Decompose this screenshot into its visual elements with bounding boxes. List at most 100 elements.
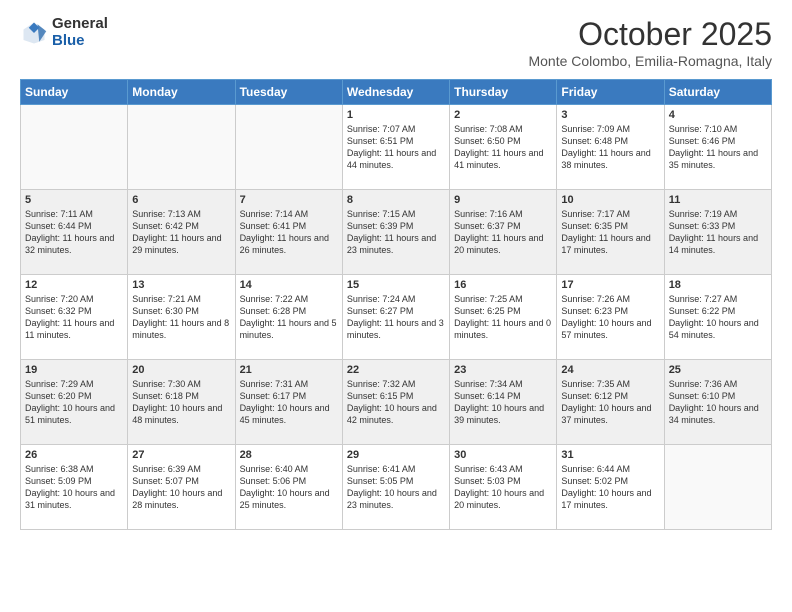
cell-day-number: 6: [132, 194, 230, 206]
cell-info: Sunrise: 7:21 AM Sunset: 6:30 PM Dayligh…: [132, 293, 230, 342]
cell-info: Sunrise: 7:08 AM Sunset: 6:50 PM Dayligh…: [454, 123, 552, 172]
cell-info: Sunrise: 7:20 AM Sunset: 6:32 PM Dayligh…: [25, 293, 123, 342]
weekday-thursday: Thursday: [450, 80, 557, 105]
calendar-cell: 3 Sunrise: 7:09 AM Sunset: 6:48 PM Daylig…: [557, 105, 664, 190]
cell-info: Sunrise: 7:34 AM Sunset: 6:14 PM Dayligh…: [454, 378, 552, 427]
cell-day-number: 23: [454, 364, 552, 376]
weekday-saturday: Saturday: [664, 80, 771, 105]
calendar-cell: 18 Sunrise: 7:27 AM Sunset: 6:22 PM Dayli…: [664, 275, 771, 360]
location-title: Monte Colombo, Emilia-Romagna, Italy: [528, 53, 772, 69]
cell-day-number: 11: [669, 194, 767, 206]
calendar-cell: 19 Sunrise: 7:29 AM Sunset: 6:20 PM Dayli…: [21, 360, 128, 445]
cell-day-number: 27: [132, 449, 230, 461]
cell-info: Sunrise: 6:44 AM Sunset: 5:02 PM Dayligh…: [561, 463, 659, 512]
calendar-cell: 6Sunrise: 7:13 AM Sunset: 6:42 PM Daylig…: [128, 190, 235, 275]
cell-info: Sunrise: 7:24 AM Sunset: 6:27 PM Dayligh…: [347, 293, 445, 342]
cell-info: Sunrise: 7:10 AM Sunset: 6:46 PM Dayligh…: [669, 123, 767, 172]
cell-info: Sunrise: 6:38 AM Sunset: 5:09 PM Dayligh…: [25, 463, 123, 512]
calendar-cell: 22 Sunrise: 7:32 AM Sunset: 6:15 PM Dayli…: [342, 360, 449, 445]
cell-info: Sunrise: 7:32 AM Sunset: 6:15 PM Dayligh…: [347, 378, 445, 427]
cell-day-number: 8: [347, 194, 445, 206]
cell-info: Sunrise: 7:17 AM Sunset: 6:35 PM Dayligh…: [561, 208, 659, 257]
cell-info: Sunrise: 7:25 AM Sunset: 6:25 PM Dayligh…: [454, 293, 552, 342]
calendar-cell: 15 Sunrise: 7:24 AM Sunset: 6:27 PM Dayli…: [342, 275, 449, 360]
calendar-cell: 29 Sunrise: 6:41 AM Sunset: 5:05 PM Dayli…: [342, 445, 449, 530]
calendar-cell: 30Sunrise: 6:43 AM Sunset: 5:03 PM Dayli…: [450, 445, 557, 530]
calendar-cell: 25Sunrise: 7:36 AM Sunset: 6:10 PM Dayli…: [664, 360, 771, 445]
cell-info: Sunrise: 6:39 AM Sunset: 5:07 PM Dayligh…: [132, 463, 230, 512]
calendar-cell: 4 Sunrise: 7:10 AM Sunset: 6:46 PM Daylig…: [664, 105, 771, 190]
cell-info: Sunrise: 7:11 AM Sunset: 6:44 PM Dayligh…: [25, 208, 123, 257]
cell-info: Sunrise: 7:16 AM Sunset: 6:37 PM Dayligh…: [454, 208, 552, 257]
cell-day-number: 21: [240, 364, 338, 376]
cell-info: Sunrise: 7:27 AM Sunset: 6:22 PM Dayligh…: [669, 293, 767, 342]
cell-day-number: 19: [25, 364, 123, 376]
calendar-cell: 8Sunrise: 7:15 AM Sunset: 6:39 PM Daylig…: [342, 190, 449, 275]
weekday-monday: Monday: [128, 80, 235, 105]
cell-day-number: 9: [454, 194, 552, 206]
cell-info: Sunrise: 7:26 AM Sunset: 6:23 PM Dayligh…: [561, 293, 659, 342]
cell-day-number: 18: [669, 279, 767, 291]
calendar-cell: 31 Sunrise: 6:44 AM Sunset: 5:02 PM Dayli…: [557, 445, 664, 530]
cell-day-number: 15: [347, 279, 445, 291]
week-row-1: 1 Sunrise: 7:07 AM Sunset: 6:51 PM Daylig…: [21, 105, 772, 190]
cell-day-number: 30: [454, 449, 552, 461]
cell-info: Sunrise: 7:14 AM Sunset: 6:41 PM Dayligh…: [240, 208, 338, 257]
cell-info: Sunrise: 7:31 AM Sunset: 6:17 PM Dayligh…: [240, 378, 338, 427]
weekday-tuesday: Tuesday: [235, 80, 342, 105]
logo-icon: [20, 19, 48, 47]
week-row-3: 12 Sunrise: 7:20 AM Sunset: 6:32 PM Dayli…: [21, 275, 772, 360]
cell-day-number: 1: [347, 109, 445, 121]
calendar-cell: 23 Sunrise: 7:34 AM Sunset: 6:14 PM Dayli…: [450, 360, 557, 445]
calendar-cell: 9 Sunrise: 7:16 AM Sunset: 6:37 PM Daylig…: [450, 190, 557, 275]
weekday-wednesday: Wednesday: [342, 80, 449, 105]
calendar-cell: 16 Sunrise: 7:25 AM Sunset: 6:25 PM Dayli…: [450, 275, 557, 360]
cell-day-number: 14: [240, 279, 338, 291]
calendar-cell: 27 Sunrise: 6:39 AM Sunset: 5:07 PM Dayli…: [128, 445, 235, 530]
week-row-5: 26 Sunrise: 6:38 AM Sunset: 5:09 PM Dayli…: [21, 445, 772, 530]
cell-day-number: 13: [132, 279, 230, 291]
calendar-cell: [21, 105, 128, 190]
week-row-2: 5 Sunrise: 7:11 AM Sunset: 6:44 PM Daylig…: [21, 190, 772, 275]
calendar-cell: 21 Sunrise: 7:31 AM Sunset: 6:17 PM Dayli…: [235, 360, 342, 445]
calendar-cell: [235, 105, 342, 190]
cell-info: Sunrise: 6:41 AM Sunset: 5:05 PM Dayligh…: [347, 463, 445, 512]
cell-day-number: 29: [347, 449, 445, 461]
cell-day-number: 16: [454, 279, 552, 291]
cell-day-number: 3: [561, 109, 659, 121]
calendar-cell: 12 Sunrise: 7:20 AM Sunset: 6:32 PM Dayli…: [21, 275, 128, 360]
calendar-cell: [128, 105, 235, 190]
cell-day-number: 10: [561, 194, 659, 206]
cell-info: Sunrise: 7:30 AM Sunset: 6:18 PM Dayligh…: [132, 378, 230, 427]
calendar-cell: 20 Sunrise: 7:30 AM Sunset: 6:18 PM Dayli…: [128, 360, 235, 445]
cell-day-number: 24: [561, 364, 659, 376]
cell-day-number: 5: [25, 194, 123, 206]
calendar-cell: 26 Sunrise: 6:38 AM Sunset: 5:09 PM Dayli…: [21, 445, 128, 530]
weekday-friday: Friday: [557, 80, 664, 105]
cell-day-number: 4: [669, 109, 767, 121]
weekday-header-row: SundayMondayTuesdayWednesdayThursdayFrid…: [21, 80, 772, 105]
cell-info: Sunrise: 7:09 AM Sunset: 6:48 PM Dayligh…: [561, 123, 659, 172]
calendar-cell: 7Sunrise: 7:14 AM Sunset: 6:41 PM Daylig…: [235, 190, 342, 275]
cell-day-number: 22: [347, 364, 445, 376]
calendar-cell: 5 Sunrise: 7:11 AM Sunset: 6:44 PM Daylig…: [21, 190, 128, 275]
cell-day-number: 28: [240, 449, 338, 461]
header: General Blue October 2025 Monte Colombo,…: [20, 16, 772, 69]
cell-info: Sunrise: 7:29 AM Sunset: 6:20 PM Dayligh…: [25, 378, 123, 427]
cell-day-number: 26: [25, 449, 123, 461]
logo-blue: Blue: [52, 33, 108, 50]
calendar: SundayMondayTuesdayWednesdayThursdayFrid…: [20, 79, 772, 530]
calendar-cell: 2Sunrise: 7:08 AM Sunset: 6:50 PM Daylig…: [450, 105, 557, 190]
cell-info: Sunrise: 7:19 AM Sunset: 6:33 PM Dayligh…: [669, 208, 767, 257]
cell-day-number: 20: [132, 364, 230, 376]
calendar-cell: [664, 445, 771, 530]
calendar-cell: 10 Sunrise: 7:17 AM Sunset: 6:35 PM Dayli…: [557, 190, 664, 275]
cell-info: Sunrise: 7:07 AM Sunset: 6:51 PM Dayligh…: [347, 123, 445, 172]
calendar-cell: 13 Sunrise: 7:21 AM Sunset: 6:30 PM Dayli…: [128, 275, 235, 360]
cell-day-number: 31: [561, 449, 659, 461]
calendar-cell: 1 Sunrise: 7:07 AM Sunset: 6:51 PM Daylig…: [342, 105, 449, 190]
cell-day-number: 12: [25, 279, 123, 291]
logo-general: General: [52, 16, 108, 33]
cell-info: Sunrise: 6:40 AM Sunset: 5:06 PM Dayligh…: [240, 463, 338, 512]
logo: General Blue: [20, 16, 108, 49]
